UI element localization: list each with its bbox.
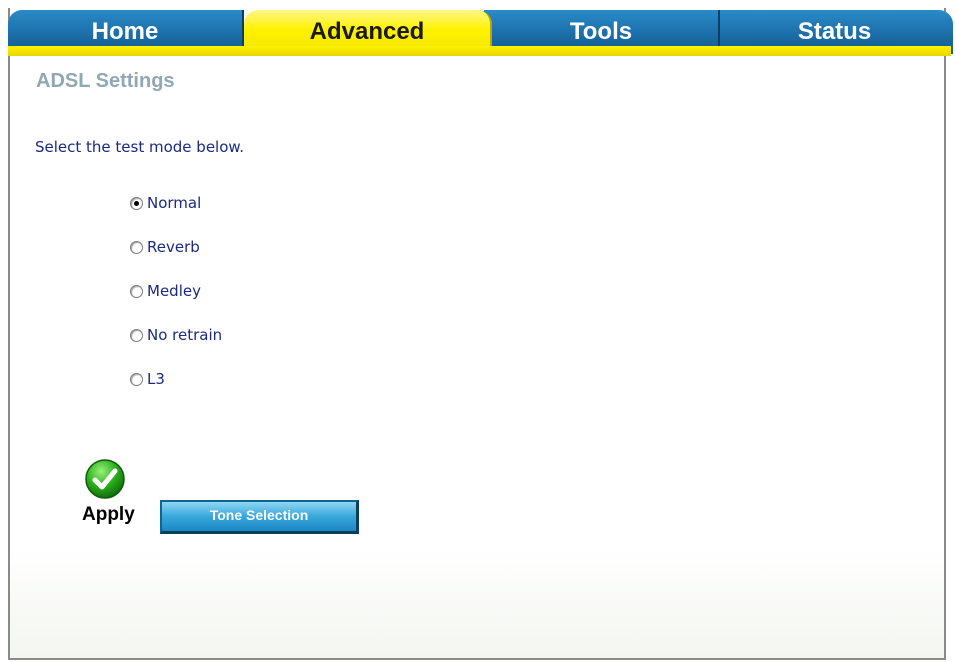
radio-button[interactable] [130, 284, 143, 298]
radio-option-medley[interactable]: Medley [130, 282, 201, 300]
radio-option-l3[interactable]: L3 [130, 370, 165, 388]
radio-button[interactable] [130, 372, 143, 386]
page-title: ADSL Settings [36, 70, 175, 92]
check-icon [85, 459, 125, 499]
tone-selection-button[interactable]: Tone Selection [160, 500, 359, 534]
radio-label: Normal [147, 194, 202, 212]
tab-underline [8, 46, 951, 56]
tone-selection-label: Tone Selection [209, 506, 309, 523]
radio-label: Medley [147, 282, 201, 300]
tab-label: Tools [569, 18, 633, 45]
tab-label: Status [797, 18, 872, 45]
radio-option-reverb[interactable]: Reverb [130, 238, 200, 256]
radio-option-no-retrain[interactable]: No retrain [130, 326, 222, 344]
radio-label: L3 [147, 370, 165, 388]
instruction-text: Select the test mode below. [35, 138, 245, 156]
radio-button[interactable] [130, 240, 143, 254]
radio-label: No retrain [147, 326, 223, 344]
apply-button[interactable]: Apply [80, 458, 146, 530]
radio-button[interactable] [130, 328, 143, 342]
radio-button[interactable] [130, 196, 143, 210]
tab-label: Home [91, 18, 159, 45]
apply-label: Apply [82, 504, 135, 525]
radio-label: Reverb [147, 238, 200, 256]
content-background [10, 548, 944, 658]
radio-option-normal[interactable]: Normal [130, 194, 201, 212]
tab-label: Advanced [309, 18, 425, 45]
